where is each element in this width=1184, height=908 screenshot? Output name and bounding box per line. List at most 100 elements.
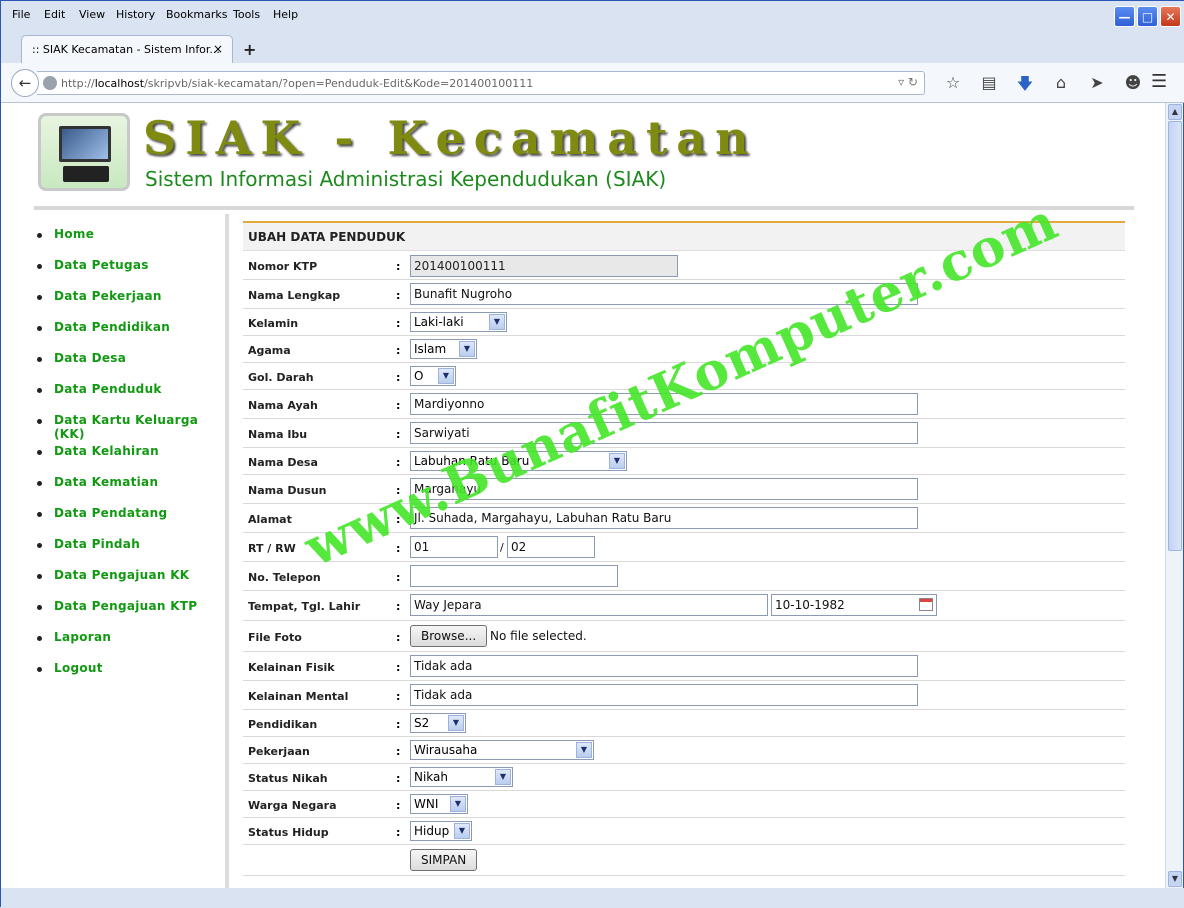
alamat-field[interactable]: Jl. Suhada, Margahayu, Labuhan Ratu Baru: [410, 507, 918, 529]
label-warga-negara: Warga Negara: [248, 799, 337, 812]
sidebar-item-data-petugas[interactable]: Data Petugas: [34, 258, 225, 289]
agama-select[interactable]: Islam ▼: [410, 339, 477, 359]
gol-darah-select[interactable]: O ▼: [410, 366, 456, 386]
warga-negara-select[interactable]: WNI ▼: [410, 794, 468, 814]
sidebar-item-pengajuan-kk[interactable]: Data Pengajuan KK: [34, 568, 225, 599]
rt-rw-separator: /: [500, 541, 504, 554]
maximize-button[interactable]: □: [1137, 6, 1158, 27]
pendidikan-value: S2: [414, 716, 430, 730]
nama-desa-select[interactable]: Labuhan Ratu Baru ▼: [410, 451, 627, 471]
nama-dusun-field[interactable]: Margahayu: [410, 478, 918, 500]
browser-window: File Edit View History Bookmarks Tools H…: [0, 0, 1184, 908]
status-hidup-select[interactable]: Hidup ▼: [410, 821, 472, 841]
chevron-down-icon: ▼: [454, 823, 470, 839]
monitor-icon: [59, 126, 111, 162]
label-status-nikah: Status Nikah: [248, 772, 328, 785]
new-tab-icon[interactable]: +: [243, 40, 256, 59]
site-logo: [38, 113, 130, 191]
nama-ayah-field[interactable]: Mardiyonno: [410, 393, 918, 415]
sidebar-item-data-kematian[interactable]: Data Kematian: [34, 475, 225, 506]
chevron-down-icon: ▼: [489, 314, 505, 330]
calendar-icon[interactable]: [919, 598, 933, 611]
chevron-down-icon: ▼: [459, 341, 475, 357]
tempat-lahir-field[interactable]: Way Jepara: [410, 594, 768, 616]
status-strip: [1, 888, 1184, 908]
sidebar-item-data-kk[interactable]: Data Kartu Keluarga (KK): [34, 413, 225, 444]
kelamin-select[interactable]: Laki-laki ▼: [410, 312, 507, 332]
menu-view[interactable]: View: [79, 8, 105, 21]
scroll-down-icon[interactable]: ▼: [1168, 871, 1182, 887]
menu-file[interactable]: File: [12, 8, 30, 21]
tanggal-lahir-field[interactable]: 10-10-1982: [771, 594, 937, 616]
chat-icon[interactable]: ☻: [1115, 73, 1151, 100]
form-row-ttl: Tempat, Tgl. Lahir : Way Jepara 10-10-19…: [243, 591, 1125, 621]
nama-ibu-field[interactable]: Sarwiyati: [410, 422, 918, 444]
rt-field[interactable]: 01: [410, 536, 498, 558]
form-row-nama-ayah: Nama Ayah : Mardiyonno: [243, 390, 1125, 419]
nav-bar: http://localhost/skripvb/siak-kecamatan/…: [1, 63, 1184, 103]
scroll-up-icon[interactable]: ▲: [1168, 104, 1182, 120]
form-heading: UBAH DATA PENDUDUK: [243, 223, 1125, 251]
form-row-agama: Agama : Islam ▼: [243, 336, 1125, 363]
sidebar-item-home[interactable]: Home: [34, 227, 225, 258]
menu-tools[interactable]: Tools: [233, 8, 260, 21]
sidebar-item-data-kelahiran[interactable]: Data Kelahiran: [34, 444, 225, 475]
nama-lengkap-field[interactable]: Bunafit Nugroho: [410, 283, 918, 305]
url-path: /skripvb/siak-kecamatan/?open=Penduduk-E…: [144, 77, 534, 90]
sidebar-item-data-desa[interactable]: Data Desa: [34, 351, 225, 382]
back-button[interactable]: ←: [11, 69, 39, 97]
scroll-thumb[interactable]: [1168, 121, 1182, 551]
browser-tab[interactable]: :: SIAK Kecamatan - Sistem Infor... ×: [21, 35, 233, 63]
form-row-rt-rw: RT / RW : 01 / 02: [243, 533, 1125, 562]
label-nama-ibu: Nama Ibu: [248, 428, 308, 441]
form-row-telepon: No. Telepon :: [243, 562, 1125, 591]
pendidikan-select[interactable]: S2 ▼: [410, 713, 466, 733]
sidebar-item-pengajuan-ktp[interactable]: Data Pengajuan KTP: [34, 599, 225, 630]
nama-desa-value: Labuhan Ratu Baru: [414, 454, 530, 468]
page-viewport: SIAK - Kecamatan Sistem Informasi Admini…: [1, 103, 1165, 906]
simpan-button[interactable]: SIMPAN: [410, 849, 478, 871]
sidebar-item-logout[interactable]: Logout: [34, 661, 225, 692]
vertical-scrollbar[interactable]: ▲ ▼: [1165, 103, 1183, 888]
chevron-down-icon: ▼: [495, 769, 511, 785]
send-icon[interactable]: ➤: [1079, 73, 1115, 100]
label-nama-lengkap: Nama Lengkap: [248, 289, 341, 302]
back-arrow-icon: ←: [18, 74, 32, 92]
sidebar-item-data-pekerjaan[interactable]: Data Pekerjaan: [34, 289, 225, 320]
menu-icon[interactable]: ☰: [1151, 71, 1167, 92]
sidebar-item-data-pindah[interactable]: Data Pindah: [34, 537, 225, 568]
close-tab-icon[interactable]: ×: [213, 42, 223, 56]
menu-bookmarks[interactable]: Bookmarks: [166, 8, 227, 21]
home-icon[interactable]: ⌂: [1043, 73, 1079, 100]
kelainan-mental-field[interactable]: Tidak ada: [410, 684, 918, 706]
menu-edit[interactable]: Edit: [44, 8, 65, 21]
kelainan-fisik-field[interactable]: Tidak ada: [410, 655, 918, 677]
sidebar-item-data-penduduk[interactable]: Data Penduduk: [34, 382, 225, 413]
browse-button[interactable]: Browse...: [410, 625, 488, 647]
status-nikah-select[interactable]: Nikah ▼: [410, 767, 513, 787]
menu-history[interactable]: History: [116, 8, 155, 21]
url-bar[interactable]: http://localhost/skripvb/siak-kecamatan/…: [37, 71, 925, 95]
status-nikah-value: Nikah: [414, 770, 449, 784]
tab-title: :: SIAK Kecamatan - Sistem Infor...: [32, 43, 220, 56]
reload-icon[interactable]: ▿ ↻: [898, 75, 918, 89]
label-ttl: Tempat, Tgl. Lahir: [248, 600, 361, 613]
sidebar-item-data-pendidikan[interactable]: Data Pendidikan: [34, 320, 225, 351]
label-nama-ayah: Nama Ayah: [248, 399, 318, 412]
download-icon[interactable]: 🡇: [1007, 73, 1043, 100]
sidebar-item-data-pendatang[interactable]: Data Pendatang: [34, 506, 225, 537]
pekerjaan-select[interactable]: Wirausaha ▼: [410, 740, 594, 760]
close-window-button[interactable]: ✕: [1160, 6, 1181, 27]
sidebar-item-laporan[interactable]: Laporan: [34, 630, 225, 661]
chevron-down-icon: ▼: [448, 715, 464, 731]
telepon-field[interactable]: [410, 565, 618, 587]
globe-icon: [43, 76, 57, 90]
star-icon[interactable]: ☆: [935, 73, 971, 100]
label-status-hidup: Status Hidup: [248, 826, 329, 839]
minimize-button[interactable]: —: [1114, 6, 1135, 27]
site-title: SIAK - Kecamatan: [143, 111, 758, 165]
rw-field[interactable]: 02: [507, 536, 595, 558]
reading-list-icon[interactable]: ▤: [971, 73, 1007, 100]
kelamin-value: Laki-laki: [414, 315, 464, 329]
menu-help[interactable]: Help: [273, 8, 298, 21]
